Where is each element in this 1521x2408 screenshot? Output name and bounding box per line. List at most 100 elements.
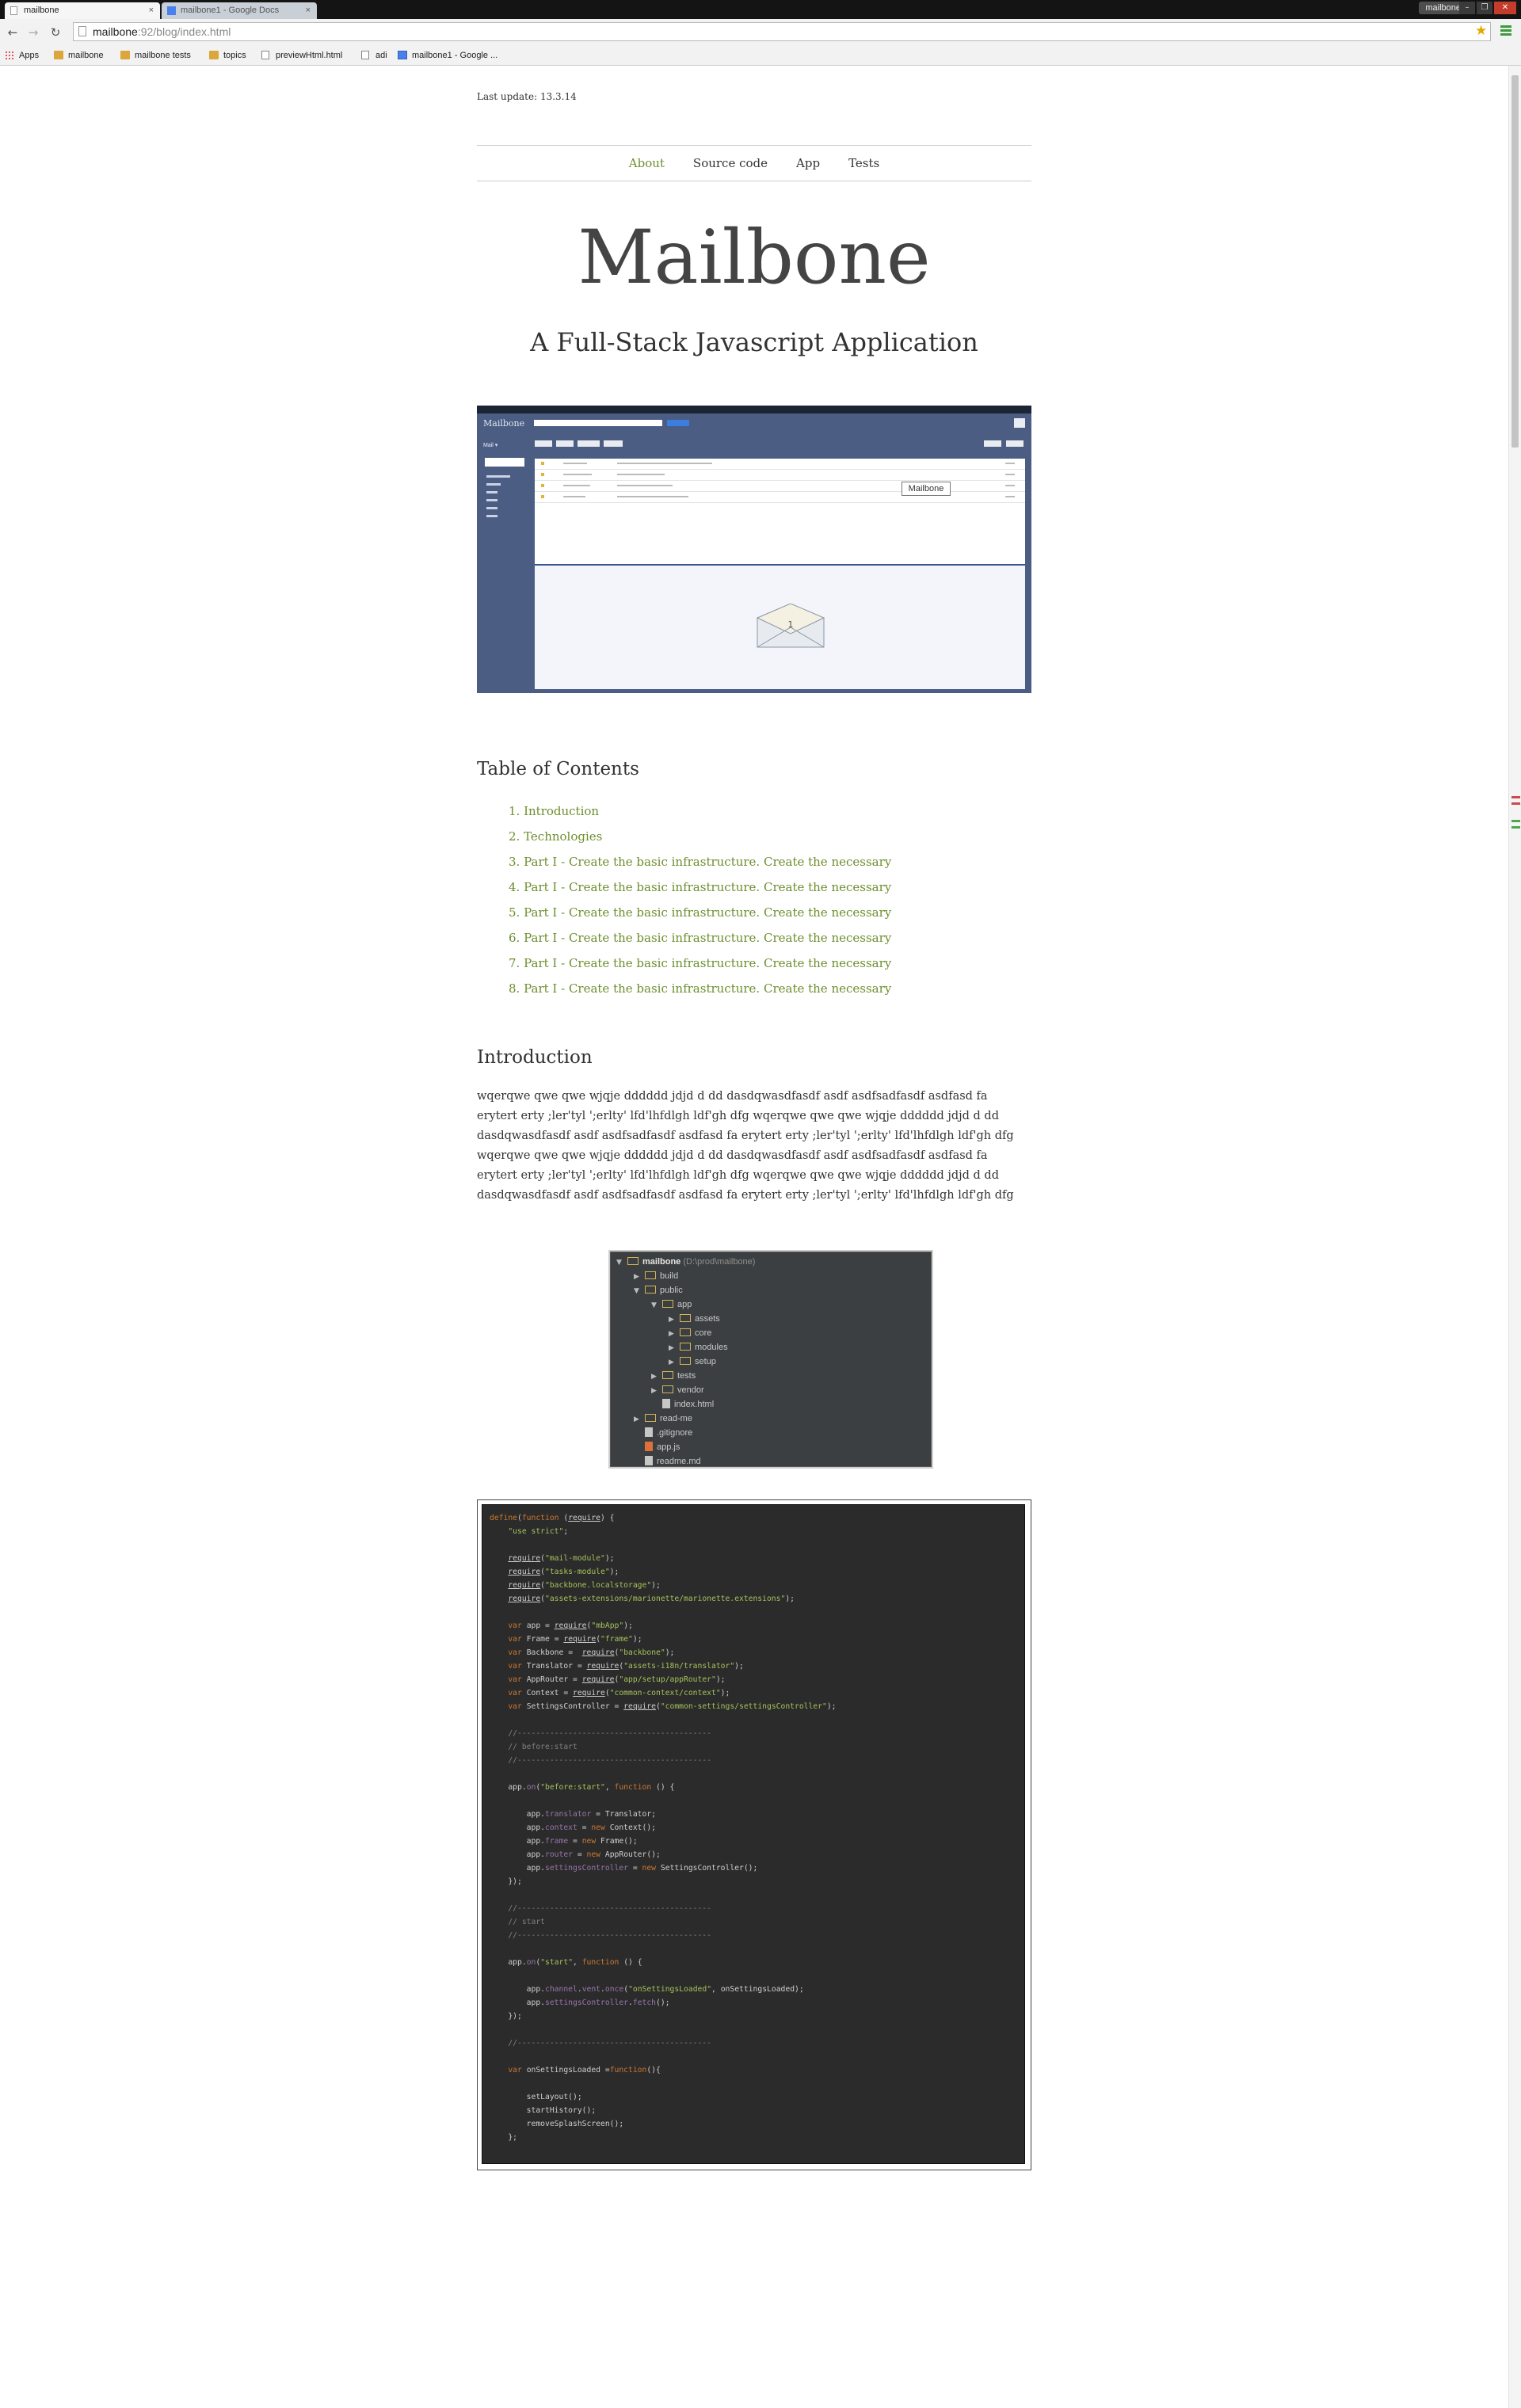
folder-icon xyxy=(680,1314,691,1322)
code-line: app.frame = new Frame(); xyxy=(526,1837,638,1846)
tree-item[interactable]: .gitignore xyxy=(634,1426,692,1440)
code-line: var AppRouter = require("app/setup/appRo… xyxy=(508,1675,726,1684)
toc-item[interactable]: 8. Part I - Create the basic infrastruct… xyxy=(509,981,891,1006)
code-line: "use strict"; xyxy=(508,1527,569,1536)
back-button[interactable]: ← xyxy=(5,25,21,40)
code-line: var SettingsController = require("common… xyxy=(508,1702,837,1711)
close-window-button[interactable]: ✕ xyxy=(1494,2,1516,14)
tree-item[interactable]: ▼ app xyxy=(651,1297,692,1312)
forward-button[interactable]: → xyxy=(25,25,41,40)
app-mail-row xyxy=(535,481,1025,492)
url-host: mailbone xyxy=(93,25,138,38)
bookmark-google-docs[interactable]: mailbone1 - Google ... xyxy=(398,48,497,63)
app-mail-list xyxy=(535,459,1025,564)
tree-item[interactable]: ▶ assets xyxy=(669,1312,720,1326)
tree-item-label: app xyxy=(677,1300,692,1309)
toc-item[interactable]: 3. Part I - Create the basic infrastruct… xyxy=(509,854,891,879)
code-line: // start xyxy=(490,1918,545,1926)
reload-button[interactable]: ↻ xyxy=(48,25,63,40)
expand-arrow-icon[interactable]: ▶ xyxy=(669,1327,680,1341)
page-subtitle: A Full-Stack Javascript Application xyxy=(530,327,978,357)
tree-item[interactable]: ▶ core xyxy=(669,1326,711,1340)
apps-icon xyxy=(5,51,14,59)
tree-item[interactable]: app.js xyxy=(634,1440,680,1454)
tree-item[interactable]: ▶ modules xyxy=(669,1340,728,1354)
close-tab-icon[interactable]: × xyxy=(149,2,154,19)
app-side-item xyxy=(486,475,510,478)
expand-arrow-icon[interactable]: ▼ xyxy=(616,1255,627,1270)
expand-arrow-icon[interactable]: ▶ xyxy=(651,1384,662,1398)
tree-item[interactable]: ▶ read-me xyxy=(634,1412,692,1426)
code-editor: define(function (require) { "use strict"… xyxy=(482,1504,1025,2164)
app-mail-label: Mail ▾ xyxy=(483,443,498,448)
toc-item[interactable]: 1. Introduction xyxy=(509,803,891,829)
bookmarks-bar: Apps mailbone mailbone tests topics prev… xyxy=(0,46,1521,66)
tree-item[interactable]: ▶ tests xyxy=(651,1369,696,1383)
nav-source-code[interactable]: Source code xyxy=(693,156,768,170)
tab-google-docs[interactable]: mailbone1 - Google Docs × xyxy=(162,2,317,19)
bookmark-adi[interactable]: adi xyxy=(361,48,387,63)
nav-app[interactable]: App xyxy=(796,156,820,170)
file-icon xyxy=(645,1427,653,1437)
app-mail-row xyxy=(535,459,1025,470)
app-topstrip xyxy=(477,406,1031,413)
close-tab-icon[interactable]: × xyxy=(306,2,311,19)
maximize-button[interactable]: ❐ xyxy=(1477,2,1492,14)
code-line: require("tasks-module"); xyxy=(508,1568,619,1576)
expand-arrow-icon[interactable]: ▶ xyxy=(669,1355,680,1370)
folder-icon xyxy=(680,1357,691,1365)
address-bar[interactable]: mailbone:92/blog/index.html xyxy=(73,22,1491,41)
tree-item[interactable]: ▼ public xyxy=(634,1283,683,1297)
tree-item-label: .gitignore xyxy=(657,1428,693,1438)
chrome-menu-icon[interactable] xyxy=(1500,25,1511,37)
tree-item[interactable]: index.html xyxy=(651,1397,714,1412)
tab-title: mailbone xyxy=(24,6,59,15)
bookmark-label: Apps xyxy=(19,51,40,60)
nav-about[interactable]: About xyxy=(629,156,665,170)
toc-item[interactable]: 6. Part I - Create the basic infrastruct… xyxy=(509,930,891,955)
expand-arrow-icon[interactable]: ▶ xyxy=(669,1341,680,1355)
nav-tests[interactable]: Tests xyxy=(848,156,879,170)
scrollbar-thumb[interactable] xyxy=(1511,75,1519,448)
code-line: var Context = require("common-context/co… xyxy=(508,1689,730,1697)
tree-item-label: read-me xyxy=(660,1414,692,1423)
code-line: app.settingsController = new SettingsCon… xyxy=(526,1864,758,1873)
expand-arrow-icon[interactable]: ▶ xyxy=(669,1313,680,1327)
bookmark-mailbone-tests[interactable]: mailbone tests xyxy=(120,48,191,63)
app-compose-button xyxy=(485,458,524,467)
expand-arrow-icon[interactable]: ▶ xyxy=(634,1412,645,1427)
tree-item[interactable]: ▼ mailbone (D:\prod\mailbone) xyxy=(616,1255,755,1269)
bookmark-previewhtml[interactable]: previewHtml.html xyxy=(261,48,342,63)
vertical-scrollbar[interactable] xyxy=(1508,66,1521,2408)
tree-item[interactable]: ▶ vendor xyxy=(651,1383,704,1397)
tree-item-label: tests xyxy=(677,1371,696,1381)
code-line: app.on("start", function () { xyxy=(508,1958,642,1967)
code-line: removeSplashScreen(); xyxy=(526,2120,624,2128)
bookmark-label: mailbone xyxy=(68,51,104,60)
bookmark-star-icon[interactable]: ★ xyxy=(1475,23,1487,39)
toc-item[interactable]: 4. Part I - Create the basic infrastruct… xyxy=(509,879,891,905)
code-line: setLayout(); xyxy=(526,2093,582,2101)
expand-arrow-icon[interactable]: ▼ xyxy=(651,1298,662,1313)
bookmark-mailbone[interactable]: mailbone xyxy=(54,48,104,63)
app-brand: Mailbone xyxy=(483,418,525,429)
code-line: startHistory(); xyxy=(526,2106,597,2115)
bookmark-apps[interactable]: Apps xyxy=(5,48,39,63)
toc-item[interactable]: 2. Technologies xyxy=(509,829,891,854)
expand-arrow-icon[interactable]: ▶ xyxy=(651,1370,662,1384)
tree-item[interactable]: readme.md xyxy=(634,1454,701,1467)
toc-item[interactable]: 5. Part I - Create the basic infrastruct… xyxy=(509,905,891,930)
bookmark-topics[interactable]: topics xyxy=(209,48,246,63)
tree-item[interactable]: ▶ setup xyxy=(669,1354,716,1369)
tab-mailbone[interactable]: mailbone × xyxy=(5,2,160,19)
page-icon xyxy=(361,51,369,59)
app-button xyxy=(535,440,552,447)
toc-item[interactable]: 7. Part I - Create the basic infrastruct… xyxy=(509,955,891,981)
minimize-button[interactable]: – xyxy=(1459,2,1475,14)
intro-heading: Introduction xyxy=(477,1047,593,1068)
tree-item[interactable]: ▶ build xyxy=(634,1269,678,1283)
expand-arrow-icon[interactable]: ▶ xyxy=(634,1270,645,1284)
expand-arrow-icon[interactable]: ▼ xyxy=(634,1284,645,1298)
scroll-marker xyxy=(1511,826,1520,829)
